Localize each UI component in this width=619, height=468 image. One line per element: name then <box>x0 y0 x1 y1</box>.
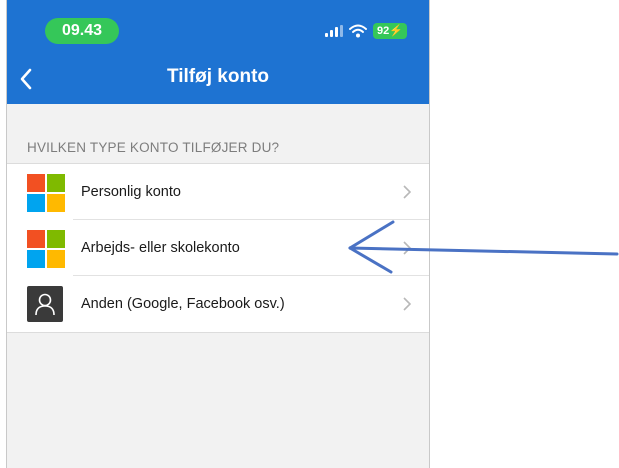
annotation-arrow-icon <box>348 220 619 274</box>
